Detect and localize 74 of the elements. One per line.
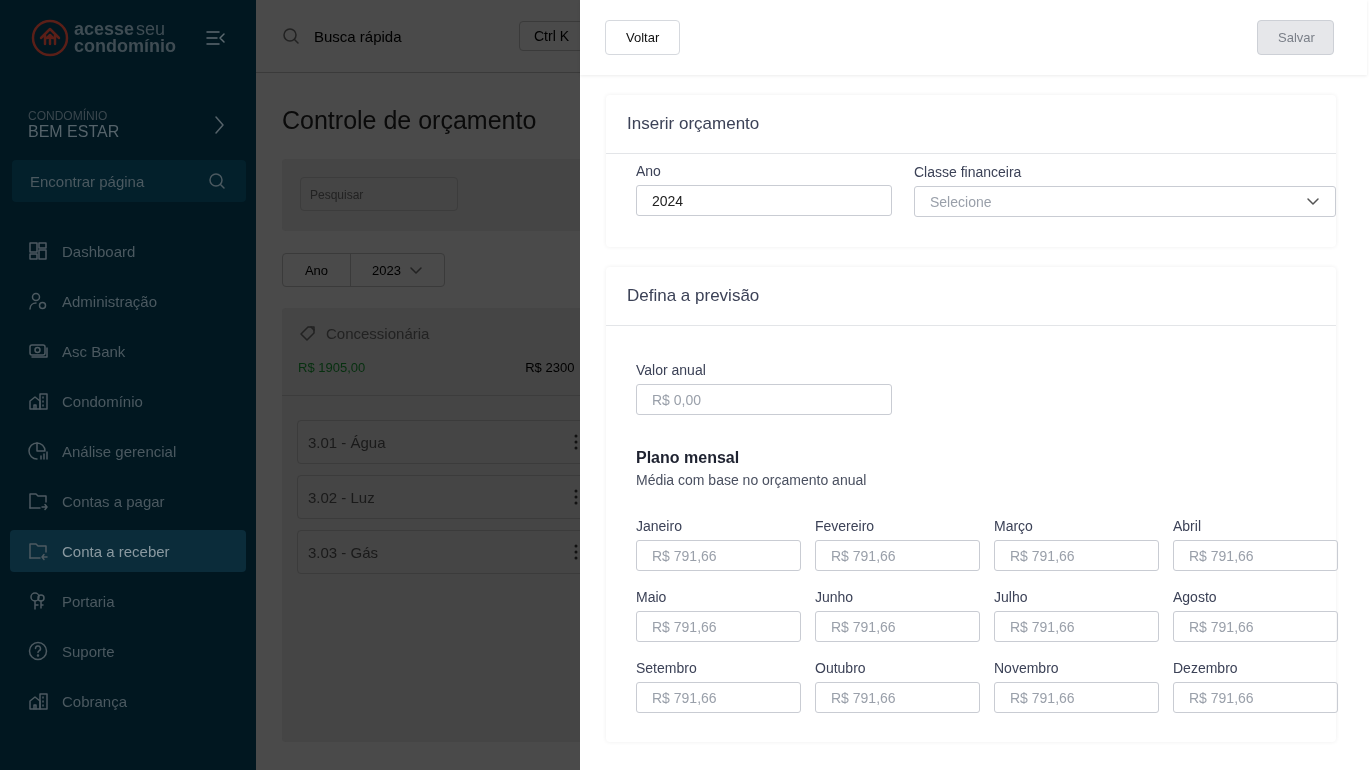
input-field[interactable]: R$ 791,66	[815, 540, 980, 571]
input-field[interactable]: R$ 791,66	[994, 682, 1159, 713]
sidebar-item[interactable]: Suporte	[10, 630, 246, 672]
input-field[interactable]: R$ 791,66	[994, 611, 1159, 642]
field-label: Novembro	[994, 660, 1060, 676]
collapse-menu-icon	[206, 30, 226, 46]
field-label: Dezembro	[1173, 660, 1239, 676]
building-icon	[28, 391, 48, 411]
user-gear-icon	[28, 291, 48, 311]
keys-icon	[28, 591, 48, 611]
more-options-icon	[574, 544, 578, 560]
condominium-selector[interactable]: CONDOMÍNIO BEM ESTAR	[10, 90, 246, 160]
sidebar-item[interactable]: Conta a receber	[10, 530, 246, 572]
field-label: Classe financeira	[914, 164, 1023, 180]
sidebar-item[interactable]: Portaria	[10, 580, 246, 622]
field-label: Março	[994, 518, 1034, 534]
pie-chart-icon	[28, 441, 48, 461]
select-field[interactable]: Selecione	[914, 186, 1336, 217]
field-label: Fevereiro	[815, 518, 876, 534]
chevron-down-icon	[408, 265, 423, 275]
field-label: Janeiro	[636, 518, 683, 534]
chevron-down-icon	[1306, 197, 1320, 206]
section-subtitle: Plano mensal	[636, 449, 741, 467]
field-label: Setembro	[636, 660, 698, 676]
folder-arrow-icon	[28, 541, 48, 561]
help-icon	[28, 641, 48, 661]
field-label: Outubro	[815, 660, 867, 676]
input-field[interactable]: R$ 791,66	[815, 611, 980, 642]
input-field[interactable]: R$ 791,66	[636, 611, 801, 642]
grid-icon	[28, 241, 48, 261]
sidebar-item[interactable]: Dashboard	[10, 230, 246, 272]
sidebar-item[interactable]: Condomínio	[10, 380, 246, 422]
input-field[interactable]: R$ 791,66	[1173, 682, 1338, 713]
field-label: Maio	[636, 589, 668, 605]
input-field[interactable]: 2024	[636, 185, 892, 216]
sidebar-item[interactable]: Contas a pagar	[10, 480, 246, 522]
field-label: Junho	[815, 589, 855, 605]
chevron-right-icon	[214, 115, 224, 135]
helper-text: Média com base no orçamento anual	[636, 472, 868, 488]
input-field[interactable]: R$ 791,66	[636, 682, 801, 713]
input-field[interactable]: R$ 791,66	[815, 682, 980, 713]
input-field[interactable]: R$ 791,66	[636, 540, 801, 571]
quick-search-field[interactable]: Busca rápida	[314, 27, 519, 45]
field-label: Agosto	[1173, 589, 1218, 605]
tag-icon	[298, 324, 316, 342]
amount: R$ 1905,00	[298, 360, 366, 375]
sidebar-item[interactable]: Cobrança	[10, 680, 246, 722]
input-field[interactable]: R$ 791,66	[1173, 540, 1338, 571]
input-field[interactable]: R$ 0,00	[636, 384, 892, 415]
logo[interactable]: acesseseu condomínio	[30, 18, 176, 58]
banknote-icon	[28, 341, 48, 361]
section-title: Defina a previsão	[606, 267, 1336, 326]
field-label: Valor anual	[636, 362, 707, 378]
folder-arrow-icon	[28, 491, 48, 511]
section-title: Inserir orçamento	[606, 95, 1336, 154]
field-label: Julho	[994, 589, 1029, 605]
sidebar-item[interactable]: Análise gerencial	[10, 430, 246, 472]
input-field[interactable]: R$ 791,66	[1173, 611, 1338, 642]
field-label: Ano	[636, 163, 662, 179]
more-options-icon	[574, 434, 578, 450]
sidebar-item[interactable]: Administração	[10, 280, 246, 322]
amount: R$ 2300	[525, 360, 575, 375]
input-field[interactable]: R$ 791,66	[994, 540, 1159, 571]
house-icon	[30, 18, 70, 58]
page-search-field[interactable]: Encontrar página	[12, 160, 246, 202]
page-title: Controle de orçamento	[282, 106, 538, 135]
back-button[interactable]: Voltar	[605, 20, 681, 55]
year-filter[interactable]: Ano 2023	[282, 253, 445, 287]
building-icon	[28, 691, 48, 711]
search-icon	[208, 172, 226, 190]
field-label: Abril	[1173, 518, 1202, 534]
more-options-icon	[574, 489, 578, 505]
search-icon	[282, 27, 300, 45]
sidebar-item[interactable]: Asc Bank	[10, 330, 246, 372]
